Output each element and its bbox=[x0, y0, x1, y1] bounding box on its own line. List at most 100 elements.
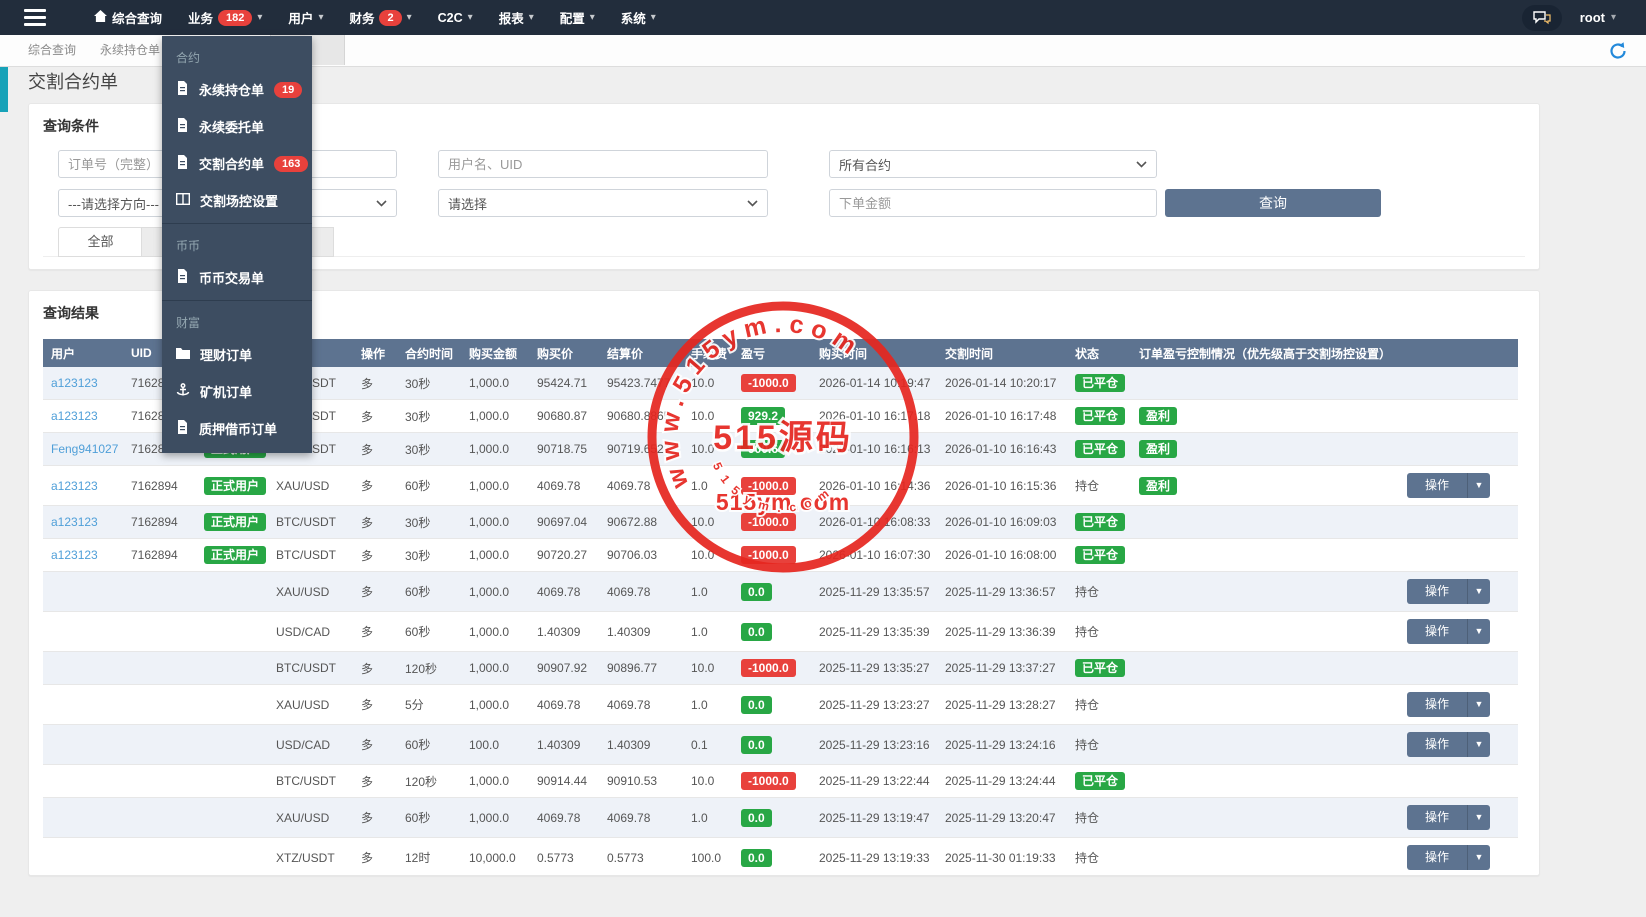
cell-fee: 10.0 bbox=[683, 367, 733, 400]
action-button[interactable]: 操作▼ bbox=[1407, 805, 1490, 830]
nav-item-finance[interactable]: 财务2▾ bbox=[349, 8, 411, 27]
cell-fee: 1.0 bbox=[683, 798, 733, 838]
cell-period: 60秒 bbox=[397, 612, 461, 652]
chevron-down-icon: ▾ bbox=[318, 12, 323, 23]
action-dropdown-toggle[interactable]: ▼ bbox=[1468, 732, 1490, 757]
cell-user-type: 正式用户 bbox=[196, 539, 268, 572]
app-window: 综合查询业务182▾用户▾财务2▾C2C▾报表▾配置▾系统▾ root ▾ 综合… bbox=[0, 0, 1646, 917]
nav-item-config[interactable]: 配置▾ bbox=[560, 8, 595, 27]
action-button[interactable]: 操作▼ bbox=[1407, 845, 1490, 870]
menu-item-perpetual-entrust-orders[interactable]: 永续委托单 bbox=[162, 108, 312, 145]
hamburger-menu-icon[interactable] bbox=[12, 0, 58, 35]
nav-item-system[interactable]: 系统▾ bbox=[621, 8, 656, 27]
cell-buy-time: 2026-01-10 16:07:30 bbox=[811, 539, 937, 572]
chat-icon[interactable] bbox=[1522, 5, 1562, 31]
action-dropdown-toggle[interactable]: ▼ bbox=[1468, 845, 1490, 870]
username-uid-input[interactable] bbox=[438, 150, 768, 178]
cell-buy-price: 90720.27 bbox=[529, 539, 599, 572]
menu-item-icon bbox=[176, 118, 189, 135]
menu-item-perpetual-position-orders[interactable]: 永续持仓单19 bbox=[162, 71, 312, 108]
menu-item-label: 质押借币订单 bbox=[199, 419, 277, 438]
menu-item-delivery-control-settings[interactable]: 交割场控设置 bbox=[162, 182, 312, 219]
action-button[interactable]: 操作▼ bbox=[1407, 619, 1490, 644]
nav-item-c2c[interactable]: C2C▾ bbox=[438, 11, 473, 25]
cell-user: Feng941027 bbox=[43, 433, 123, 466]
nav-item-users[interactable]: 用户▾ bbox=[288, 8, 323, 27]
cell-direction: 多 bbox=[353, 506, 397, 539]
menu-item-label: 永续委托单 bbox=[199, 117, 264, 136]
cell-deliver-time: 2026-01-10 16:15:36 bbox=[937, 466, 1067, 506]
cell-status: 已平仓 bbox=[1067, 652, 1131, 685]
cell-pnl-control bbox=[1131, 539, 1391, 572]
menu-item-spot-trade-orders[interactable]: 币币交易单 bbox=[162, 259, 312, 296]
action-button[interactable]: 操作▼ bbox=[1407, 732, 1490, 757]
cell-deliver-time: 2025-11-29 13:36:39 bbox=[937, 612, 1067, 652]
menu-section-title: 合约 bbox=[162, 40, 312, 71]
anchor-icon bbox=[176, 383, 190, 397]
user-menu[interactable]: root ▾ bbox=[1580, 10, 1616, 25]
action-button[interactable]: 操作▼ bbox=[1407, 579, 1490, 604]
tab-all[interactable]: 全部 bbox=[58, 227, 143, 257]
main-nav: 综合查询业务182▾用户▾财务2▾C2C▾报表▾配置▾系统▾ bbox=[94, 8, 656, 27]
action-dropdown-toggle[interactable]: ▼ bbox=[1468, 579, 1490, 604]
tab-overview[interactable]: 综合查询 bbox=[20, 35, 84, 65]
username: root bbox=[1580, 10, 1605, 25]
nav-item-label: 报表 bbox=[499, 8, 524, 27]
order-amount-input[interactable] bbox=[829, 189, 1157, 217]
action-dropdown-toggle[interactable]: ▼ bbox=[1468, 805, 1490, 830]
column-header: 购买价 bbox=[529, 339, 599, 367]
menu-item-delivery-contract-orders[interactable]: 交割合约单163 bbox=[162, 145, 312, 182]
cell-user bbox=[43, 572, 123, 612]
action-button[interactable]: 操作▼ bbox=[1407, 692, 1490, 717]
menu-item-icon bbox=[176, 420, 189, 437]
cell-buy-time: 2025-11-29 13:35:27 bbox=[811, 652, 937, 685]
menu-item-miner-orders[interactable]: 矿机订单 bbox=[162, 373, 312, 410]
tab-perpetual-positions[interactable]: 永续持仓单 bbox=[92, 35, 168, 65]
action-button-label: 操作 bbox=[1407, 473, 1468, 498]
action-button[interactable]: 操作▼ bbox=[1407, 473, 1490, 498]
cell-amount: 1,000.0 bbox=[461, 466, 529, 506]
cell-user bbox=[43, 652, 123, 685]
contract-select[interactable]: 所有合约 bbox=[829, 150, 1157, 178]
cell-pnl: 0.0 bbox=[733, 725, 811, 765]
cell-direction: 多 bbox=[353, 798, 397, 838]
user-link[interactable]: a123123 bbox=[51, 376, 98, 390]
cell-buy-price: 90907.92 bbox=[529, 652, 599, 685]
cell-status: 已平仓 bbox=[1067, 400, 1131, 433]
column-header: 合约时间 bbox=[397, 339, 461, 367]
action-dropdown-toggle[interactable]: ▼ bbox=[1468, 692, 1490, 717]
user-link[interactable]: a123123 bbox=[51, 515, 98, 529]
cell-pnl: -1000.0 bbox=[733, 652, 811, 685]
action-dropdown-toggle[interactable]: ▼ bbox=[1468, 473, 1490, 498]
chevron-down-icon: ▾ bbox=[1611, 12, 1616, 23]
search-button[interactable]: 查询 bbox=[1165, 189, 1381, 217]
cell-settle-price: 90896.77 bbox=[599, 652, 683, 685]
action-dropdown-toggle[interactable]: ▼ bbox=[1468, 619, 1490, 644]
menu-item-pledge-loan-orders[interactable]: 质押借币订单 bbox=[162, 410, 312, 447]
menu-section-title: 币币 bbox=[162, 228, 312, 259]
cell-buy-price: 1.40309 bbox=[529, 725, 599, 765]
cell-pnl: 0.0 bbox=[733, 572, 811, 612]
nav-item-business[interactable]: 业务182▾ bbox=[188, 8, 262, 27]
user-link[interactable]: Feng941027 bbox=[51, 442, 118, 456]
nav-item-reports[interactable]: 报表▾ bbox=[499, 8, 534, 27]
action-button-label: 操作 bbox=[1407, 692, 1468, 717]
status-badge: 已平仓 bbox=[1075, 546, 1125, 564]
menu-item-label: 理财订单 bbox=[200, 345, 252, 364]
menu-item-wealth-orders[interactable]: 理财订单 bbox=[162, 336, 312, 373]
status-select[interactable]: 请选择 bbox=[438, 189, 768, 217]
user-link[interactable]: a123123 bbox=[51, 479, 98, 493]
cell-status: 持仓 bbox=[1067, 572, 1131, 612]
file-icon bbox=[176, 269, 189, 283]
cell-amount: 1,000.0 bbox=[461, 400, 529, 433]
cell-period: 60秒 bbox=[397, 572, 461, 612]
cell-buy-price: 90680.87 bbox=[529, 400, 599, 433]
pnl-badge: -1000.0 bbox=[741, 546, 796, 564]
cell-contract: USD/CAD bbox=[268, 612, 353, 652]
menu-item-label: 交割场控设置 bbox=[200, 191, 278, 210]
refresh-icon[interactable] bbox=[1608, 41, 1628, 61]
user-link[interactable]: a123123 bbox=[51, 548, 98, 562]
user-link[interactable]: a123123 bbox=[51, 409, 98, 423]
cell-pnl: 0.0 bbox=[733, 798, 811, 838]
nav-item-overview[interactable]: 综合查询 bbox=[94, 8, 162, 27]
